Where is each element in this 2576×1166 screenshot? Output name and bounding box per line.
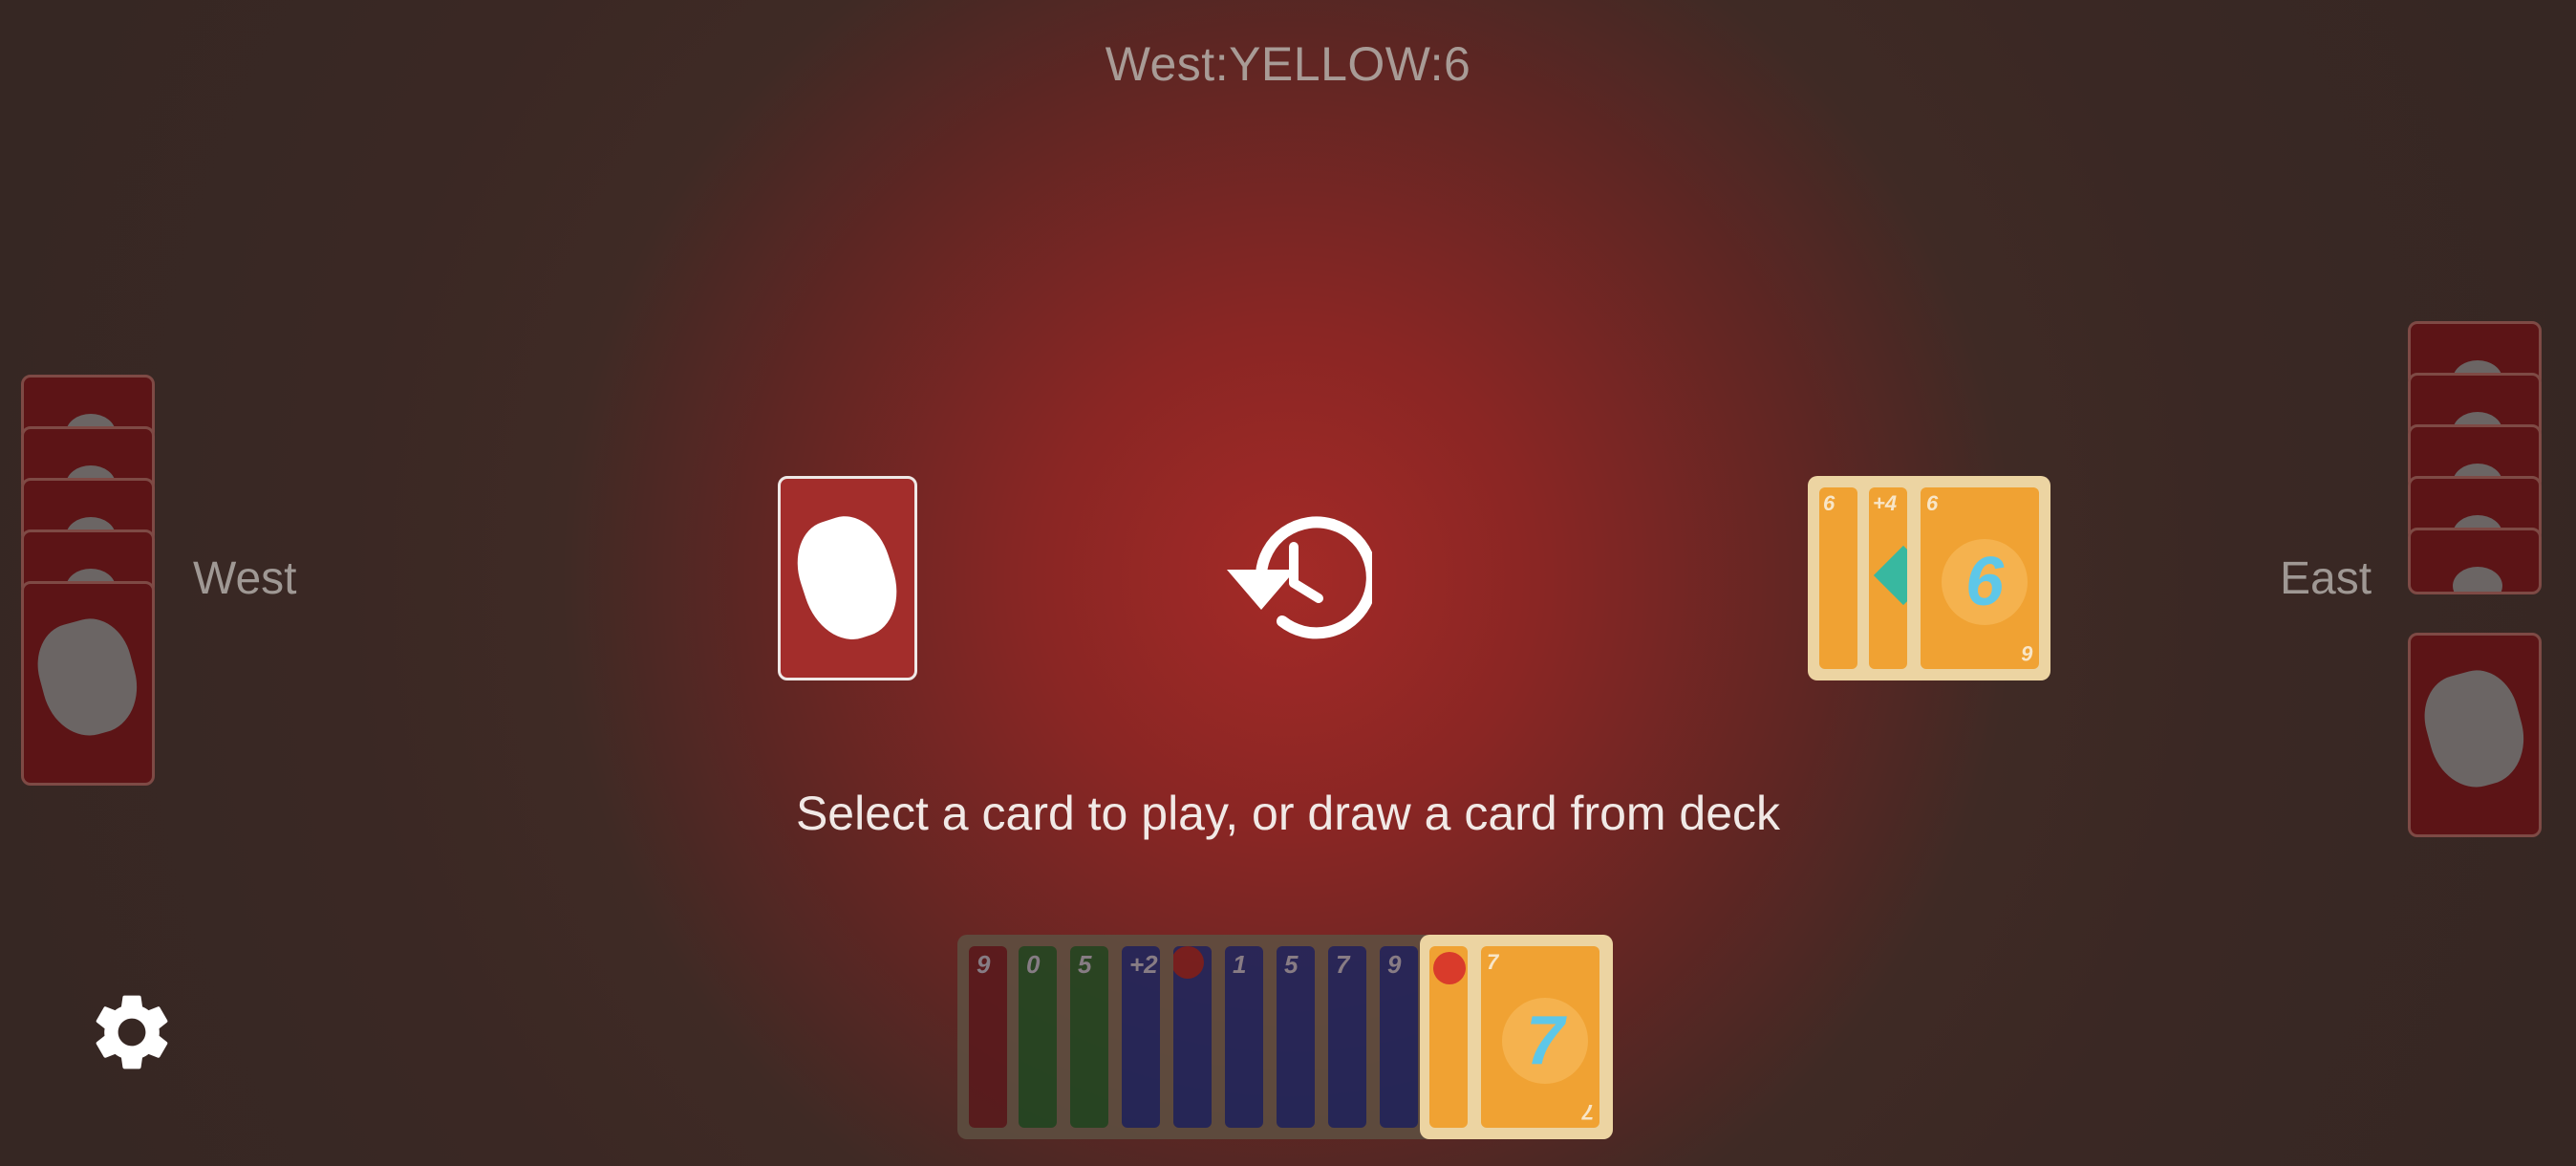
card-value: 9: [977, 950, 991, 979]
card-value: 7: [1336, 950, 1350, 979]
wild-diamond-icon: [1873, 545, 1907, 606]
card-value: +4: [1873, 491, 1898, 515]
card-value: 7: [1581, 1100, 1594, 1124]
discard-pile: 6 +4 6 6 6: [1808, 476, 2050, 680]
player-name-east: East: [2280, 553, 2372, 604]
card-back-icon: [2415, 661, 2535, 797]
card-back: [21, 581, 155, 786]
player-name-west: West: [193, 553, 297, 604]
card-back-icon: [784, 506, 911, 651]
discard-card: +4: [1869, 487, 1907, 669]
skip-icon: [1173, 946, 1204, 979]
history-button[interactable]: [1194, 497, 1378, 659]
playable-cards: 7 7 7: [1420, 935, 1613, 1139]
game-status: West:YELLOW:6: [1105, 37, 1471, 91]
card-value: 1: [1233, 950, 1247, 979]
discard-card-top: 6 6 6: [1921, 487, 2039, 669]
hand-card[interactable]: 9: [969, 946, 1007, 1128]
hand-card-selected[interactable]: 7 7 7: [1481, 946, 1599, 1128]
draw-deck[interactable]: [778, 476, 917, 680]
card-center-value: 6: [1942, 539, 2028, 625]
card-value: 6: [1926, 491, 1939, 515]
card-value: 6: [2021, 641, 2033, 665]
east-hand: [2408, 321, 2547, 837]
hand-card[interactable]: [1173, 946, 1212, 1128]
card-center-value: 7: [1502, 998, 1588, 1084]
west-hand: [21, 375, 161, 786]
settings-button[interactable]: [86, 986, 178, 1078]
card-back-icon: [28, 610, 148, 745]
skip-icon: [1433, 952, 1466, 984]
card-value: 9: [1387, 950, 1402, 979]
discard-card: 6: [1819, 487, 1857, 669]
hand-card[interactable]: 0: [1019, 946, 1057, 1128]
card-value: 5: [1078, 950, 1092, 979]
card-value: +2: [1129, 950, 1158, 979]
hand-card[interactable]: 5: [1070, 946, 1108, 1128]
gear-icon: [96, 995, 168, 1069]
card-value: 7: [1487, 950, 1499, 974]
instruction-text: Select a card to play, or draw a card fr…: [795, 787, 1781, 840]
card-value: 6: [1823, 491, 1835, 515]
hand-card[interactable]: [1429, 946, 1468, 1128]
history-icon: [1227, 516, 1378, 639]
hand-card[interactable]: 5: [1277, 946, 1315, 1128]
card-value: 5: [1284, 950, 1299, 979]
card-value: 0: [1026, 950, 1041, 979]
hand-card[interactable]: 7: [1328, 946, 1366, 1128]
hand-card[interactable]: 9: [1380, 946, 1418, 1128]
hand-card[interactable]: 1: [1225, 946, 1263, 1128]
card-back: [2408, 528, 2542, 594]
hand-card[interactable]: +2: [1122, 946, 1160, 1128]
